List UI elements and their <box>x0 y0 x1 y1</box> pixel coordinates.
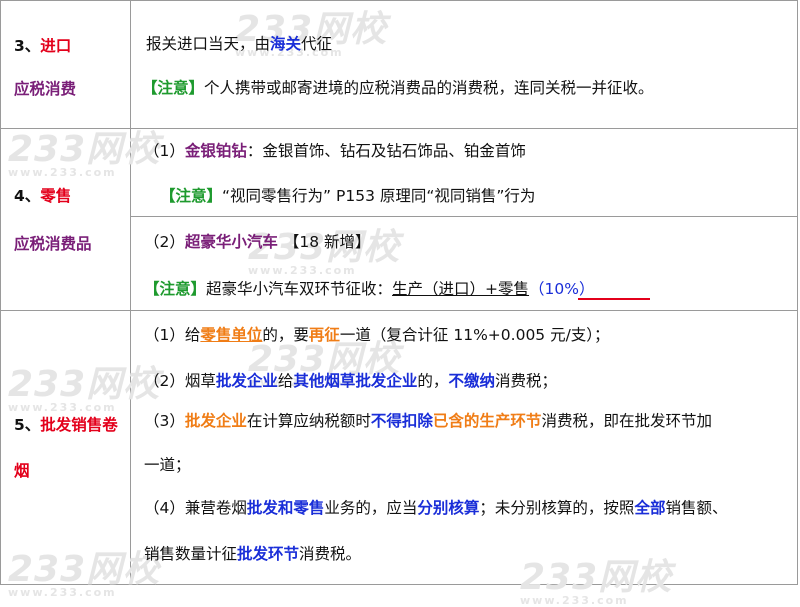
import-note: 【注意】个人携带或邮寄进境的应税消费品的消费税，连同关税一并征收。 <box>142 79 654 97</box>
keyword-luxury-car: 超豪华小汽车 <box>184 233 278 251</box>
red-underline <box>578 298 650 300</box>
wholesale-item-3: （3）批发企业在计算应纳税额时不得扣除已含的生产环节消费税，即在批发环节加 <box>144 412 712 430</box>
row-number: 3、 <box>14 37 41 55</box>
row-label-wholesale: 5、批发销售卷 <box>14 414 118 436</box>
keyword-customs: 海关 <box>270 35 302 53</box>
rate-text: （10%） <box>529 280 595 298</box>
row-divider <box>0 128 798 129</box>
retail-item-1: （1）金银铂钻：金银首饰、钻石及钻石饰品、铂金首饰 <box>144 142 526 160</box>
row-label-sub: 烟 <box>14 462 30 480</box>
underlined-stages: 生产（进口）+零售 <box>392 280 530 298</box>
retail-item-1-note: 【注意】“视同零售行为” P153 原理同“视同销售”行为 <box>160 187 536 205</box>
note-tag: 【注意】 <box>160 187 223 205</box>
note-tag: 【注意】 <box>144 280 207 298</box>
keyword-retail-unit: 零售单位 <box>200 326 263 344</box>
wholesale-item-2: （2）烟草批发企业给其他烟草批发企业的，不缴纳消费税； <box>144 372 557 390</box>
row-label-import: 3、进口 <box>14 35 71 57</box>
keyword-precious: 金银铂钻 <box>184 142 247 160</box>
row-label-sub: 应税消费品 <box>14 235 92 253</box>
retail-item-2: （2）超豪华小汽车 【18 新增】 <box>144 233 371 251</box>
note-tag: 【注意】 <box>142 79 205 97</box>
row-number: 5、 <box>14 416 41 434</box>
row-keyword: 批发销售卷 <box>40 416 118 434</box>
row-keyword: 零售 <box>40 187 72 205</box>
row-label-sub: 应税消费 <box>14 80 77 98</box>
row-label-retail: 4、零售 <box>14 185 71 207</box>
retail-item-2-note: 【注意】超豪华小汽车双环节征收：生产（进口）+零售（10%） <box>144 280 595 298</box>
row-divider <box>131 216 798 217</box>
import-line-1: 报关进口当天，由海关代征 <box>146 35 333 53</box>
keyword-levy-again: 再征 <box>308 326 340 344</box>
column-divider <box>130 0 131 585</box>
row-keyword: 进口 <box>40 37 72 55</box>
wholesale-item-4-cont: 销售数量计征批发环节消费税。 <box>144 545 362 563</box>
wholesale-item-1: （1）给零售单位的，要再征一道（复合计征 11%+0.005 元/支）； <box>144 326 610 344</box>
row-divider <box>0 310 798 311</box>
row-number: 4、 <box>14 187 41 205</box>
wholesale-item-3-cont: 一道； <box>144 456 191 474</box>
wholesale-item-4: （4）兼营卷烟批发和零售业务的，应当分别核算；未分别核算的，按照全部销售额、 <box>144 499 728 517</box>
